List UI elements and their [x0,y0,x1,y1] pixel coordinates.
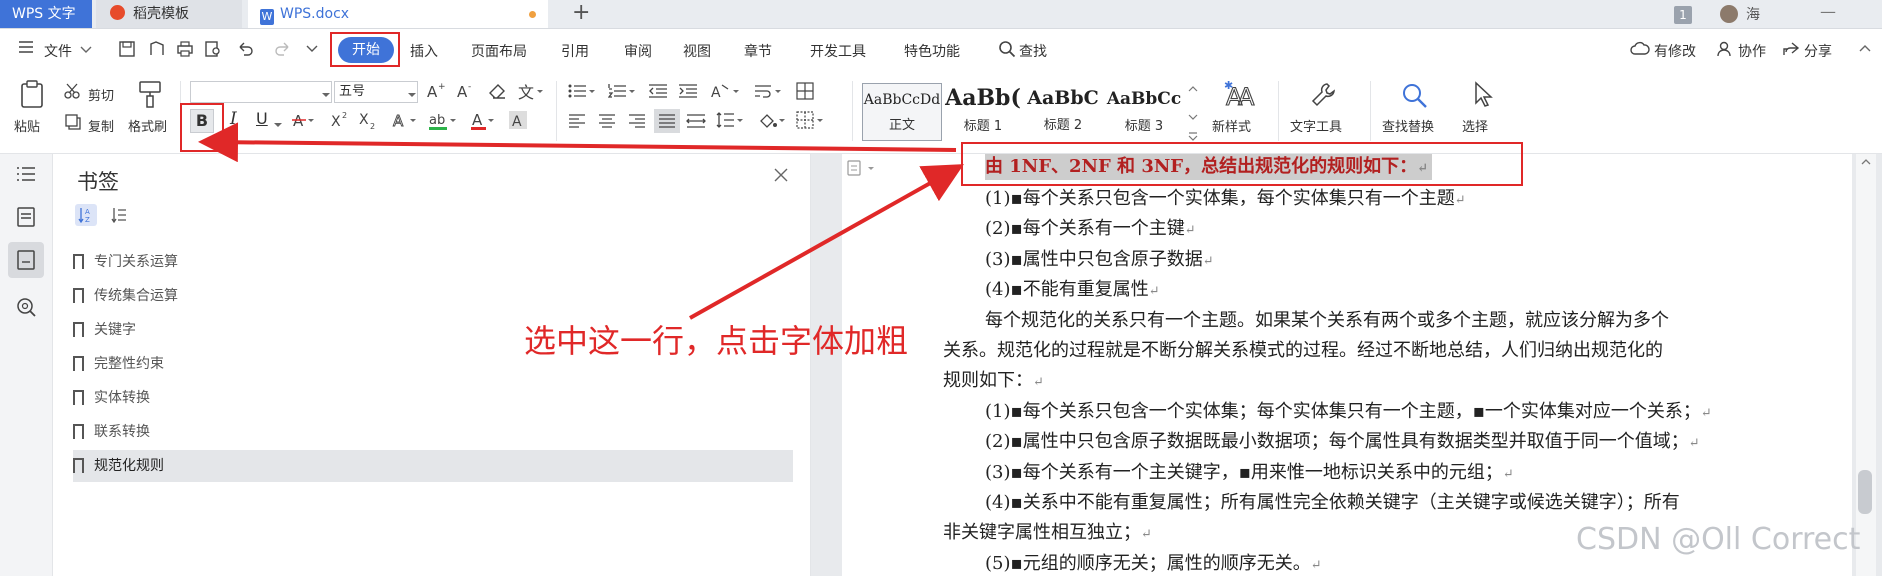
annotation-text: 选中这一行，点击字体加粗 [524,322,909,360]
annotation-arrows [198,122,964,320]
arrow-to-heading [689,164,964,320]
arrow-to-bold [198,122,957,163]
watermark: CSDN @Oll Correct [1576,522,1861,557]
